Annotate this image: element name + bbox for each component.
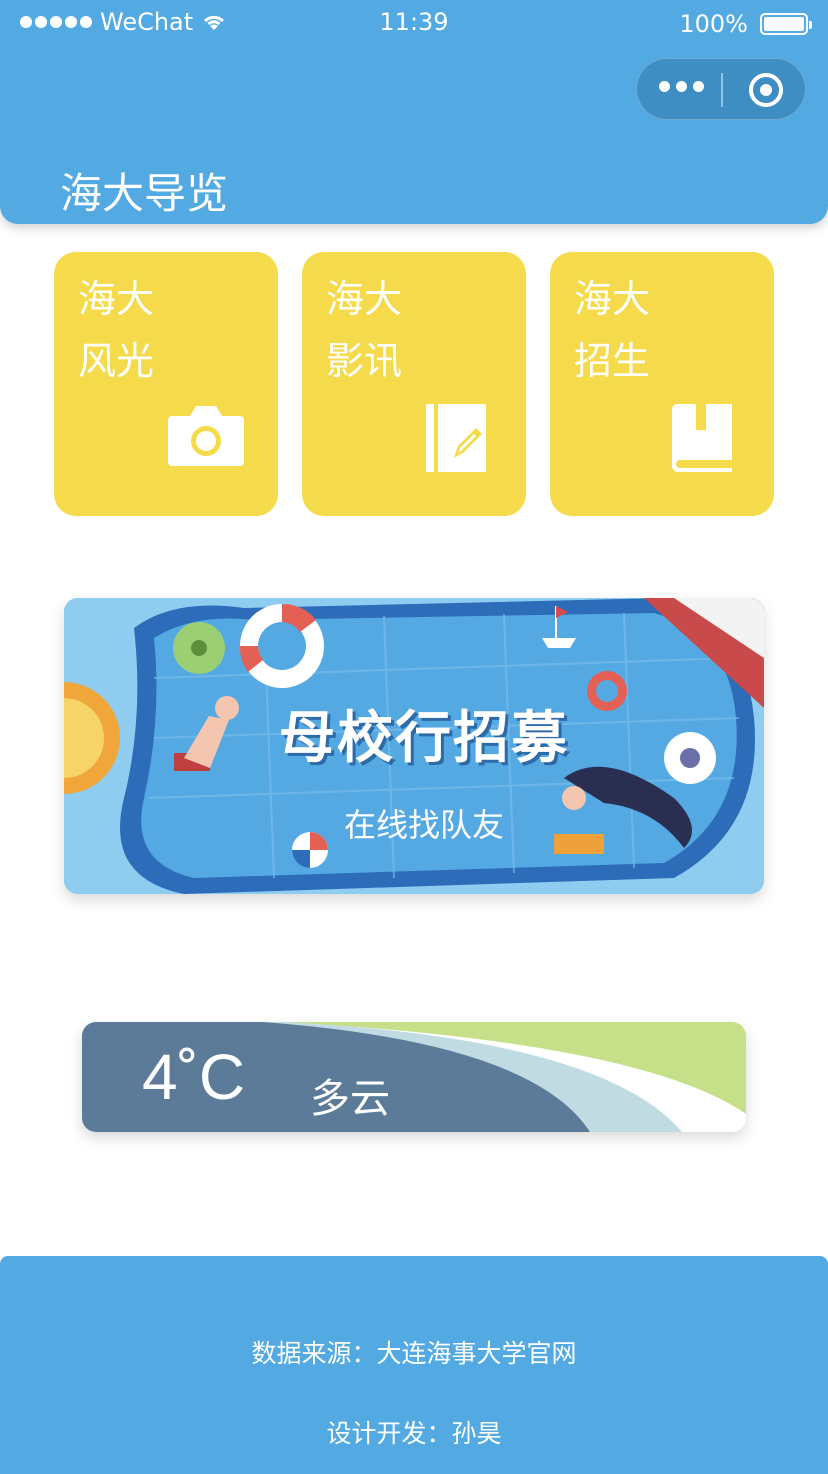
- card-news[interactable]: 海大 影讯: [302, 252, 526, 516]
- data-source-text: 数据来源：大连海事大学官网: [251, 1339, 577, 1368]
- notebook-edit-icon: [426, 404, 486, 472]
- status-bar: WeChat 11:39 100%: [0, 0, 828, 48]
- mini-program-capsule: [636, 58, 806, 120]
- more-menu-icon[interactable]: [659, 81, 704, 92]
- card-label: 海大 风光: [78, 277, 155, 383]
- card-admissions[interactable]: 海大 招生: [550, 252, 774, 516]
- banner-title: 母校行招募: [279, 706, 569, 771]
- camera-icon: [168, 406, 244, 466]
- header-bar: WeChat 11:39 100% 海大导览: [0, 0, 828, 224]
- weather-widget: 4˚C 多云: [82, 1022, 746, 1132]
- battery-icon: [760, 13, 812, 35]
- card-label: 海大 招生: [574, 277, 651, 383]
- page-title: 海大导览: [60, 169, 229, 218]
- close-target-icon[interactable]: [749, 73, 783, 107]
- recruitment-banner[interactable]: 母校行招募 在线找队友: [64, 598, 764, 894]
- banner-subtitle: 在线找队友: [343, 806, 504, 844]
- book-icon: [672, 403, 732, 472]
- developer-credit: 设计开发：孙昊: [326, 1419, 502, 1448]
- battery-percent: 100%: [679, 10, 748, 38]
- card-scenery[interactable]: 海大 风光: [54, 252, 278, 516]
- footer: 数据来源：大连海事大学官网 设计开发：孙昊: [0, 1256, 828, 1474]
- weather-condition: 多云: [310, 1076, 390, 1122]
- battery-status: 100%: [679, 10, 812, 38]
- card-label: 海大 影讯: [326, 277, 403, 383]
- temperature-value: 4˚C: [142, 1041, 246, 1113]
- capsule-divider: [721, 73, 723, 107]
